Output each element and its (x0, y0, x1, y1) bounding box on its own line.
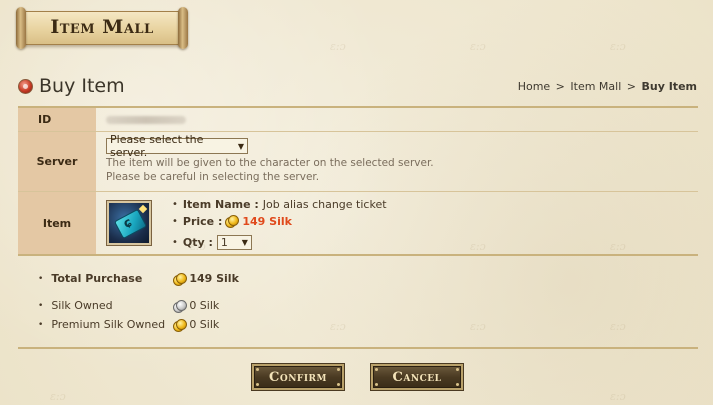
sparkle-icon (138, 204, 148, 214)
gold-silk-icon (173, 318, 188, 332)
gold-silk-icon (173, 272, 188, 286)
premium-silk-value-wrap: 0 Silk (171, 318, 220, 332)
chevron-down-icon: ▼ (241, 237, 248, 247)
server-select[interactable]: Please select the server. ▼ (106, 133, 248, 159)
rivet (256, 383, 259, 386)
item-row: Item ɕ • Item Name : Job alias change ti… (18, 192, 698, 254)
server-note-1: The item will be given to the character … (106, 157, 434, 169)
confirm-button[interactable]: Confirm (251, 363, 345, 391)
watermark: ɛ:ɔ (50, 390, 66, 403)
premium-silk-value: 0 Silk (189, 318, 220, 331)
breadcrumb-home[interactable]: Home (518, 80, 550, 93)
chevron-down-icon: ▼ (237, 141, 244, 151)
silk-owned-row: • Silk Owned 0 Silk (38, 299, 220, 313)
cancel-button[interactable]: Cancel (370, 363, 464, 391)
price-line: • Price : 149 Silk (172, 213, 387, 230)
rivet (375, 368, 378, 371)
item-details: • Item Name : Job alias change ticket • … (172, 196, 387, 251)
silk-owned-value: 0 Silk (189, 299, 220, 312)
blurred-account-id (106, 115, 186, 124)
silk-owned-label: Silk Owned (51, 299, 113, 312)
bullet: • (172, 215, 178, 227)
page-heading: Buy Item (18, 74, 125, 98)
item-label: Item (18, 192, 96, 254)
silk-owned-value-wrap: 0 Silk (171, 299, 220, 313)
id-label: ID (18, 108, 96, 131)
total-purchase-value: 149 Silk (189, 272, 239, 285)
job-alias-change-ticket-icon: ɕ (106, 200, 152, 246)
total-purchase-row: • Total Purchase 149 Silk (38, 272, 239, 286)
price-label: Price : (182, 214, 223, 228)
red-orb-icon (18, 78, 33, 94)
server-row: Server Please select the server. ▼ The i… (18, 132, 698, 192)
breadcrumb-item-mall[interactable]: Item Mall (570, 80, 621, 93)
server-label: Server (18, 132, 96, 191)
breadcrumb-current: Buy Item (641, 80, 698, 93)
total-purchase-label: Total Purchase (51, 272, 143, 285)
bullet: • (38, 319, 44, 330)
watermark: ɛ:ɔ (610, 320, 626, 333)
item-value: ɕ • Item Name : Job alias change ticket … (96, 192, 698, 254)
item-name-line: • Item Name : Job alias change ticket (172, 196, 387, 213)
premium-silk-row: • Premium Silk Owned 0 Silk (38, 318, 220, 332)
qty-select-value: 1 (220, 235, 228, 249)
rivet (337, 383, 340, 386)
cancel-label: Cancel (392, 369, 442, 385)
rivet (375, 383, 378, 386)
id-row: ID (18, 108, 698, 132)
rivet (256, 368, 259, 371)
item-mall-banner: Item Mall (16, 6, 188, 50)
watermark: ɛ:ɔ (610, 40, 626, 53)
rivet (337, 368, 340, 371)
item-name: Job alias change ticket (262, 197, 387, 211)
page-title: Buy Item (39, 75, 125, 97)
bullet: • (172, 236, 178, 248)
bullet: • (172, 198, 178, 210)
premium-silk-label: Premium Silk Owned (51, 318, 166, 331)
silver-silk-icon (173, 299, 188, 313)
bottom-divider (18, 347, 698, 349)
banner-title: Item Mall (50, 16, 154, 38)
watermark: ɛ:ɔ (610, 390, 626, 403)
server-select-value: Please select the server. (110, 133, 204, 159)
breadcrumb-separator: > (555, 80, 565, 93)
bullet: • (38, 300, 44, 311)
purchase-form: ID Server Please select the server. ▼ Th… (18, 108, 698, 256)
price-value: 149 Silk (242, 214, 292, 228)
gold-silk-icon (225, 215, 240, 228)
qty-line: • Qty : 1 ▼ (172, 234, 387, 251)
qty-label: Qty : (182, 235, 213, 249)
total-purchase-value-wrap: 149 Silk (171, 272, 239, 286)
qty-select[interactable]: 1 ▼ (216, 234, 252, 250)
item-name-label: Item Name : (182, 197, 259, 211)
watermark: ɛ:ɔ (470, 320, 486, 333)
breadcrumb-separator: > (626, 80, 636, 93)
server-note-2: Please be careful in selecting the serve… (106, 171, 320, 183)
rivet (456, 368, 459, 371)
server-value: Please select the server. ▼ The item wil… (96, 132, 698, 191)
watermark: ɛ:ɔ (470, 40, 486, 53)
watermark: ɛ:ɔ (330, 40, 346, 53)
confirm-label: Confirm (269, 369, 327, 385)
breadcrumb: Home > Item Mall > Buy Item (517, 80, 698, 93)
rivet (456, 383, 459, 386)
watermark: ɛ:ɔ (330, 320, 346, 333)
id-value (96, 108, 698, 131)
bullet: • (38, 273, 44, 284)
